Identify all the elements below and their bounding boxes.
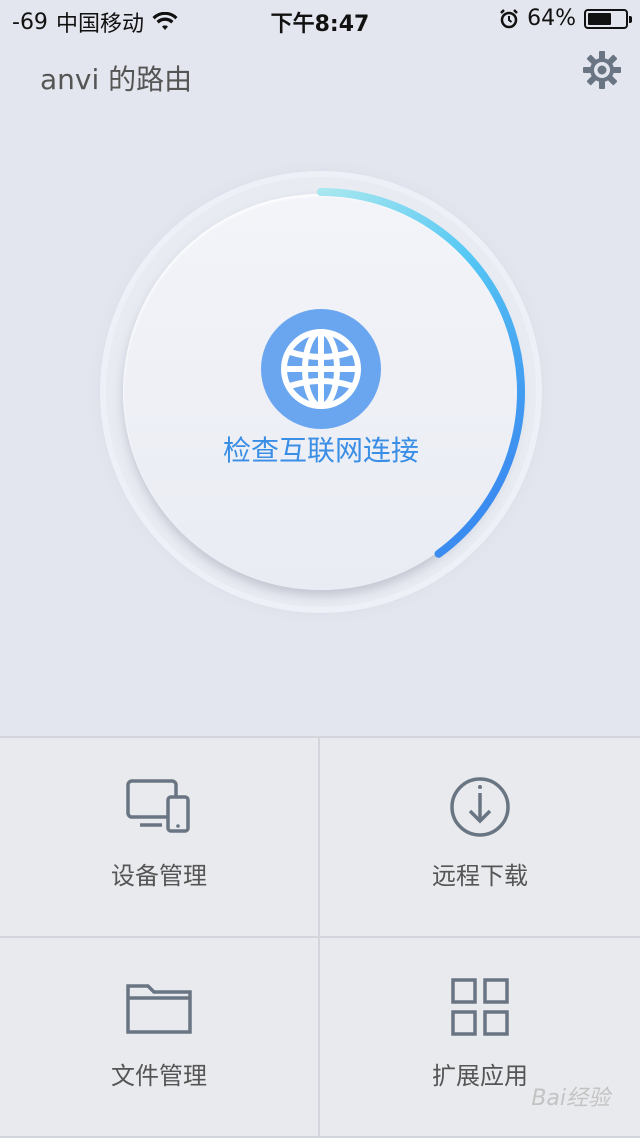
router-title: anvi 的路由 [40,63,193,96]
devices-icon [124,772,194,842]
status-right: 64% [499,6,632,31]
feature-grid: 设备管理 远程下载 文件管理 扩展应用 [0,736,640,1138]
gear-icon [583,51,621,89]
internet-check-button[interactable] [261,309,381,429]
apps-grid-icon [445,972,515,1042]
folder-icon [124,972,194,1042]
battery-icon [584,8,632,29]
status-bar: -69 中国移动 下午8:47 64% [0,0,640,40]
alarm-icon [500,8,518,28]
battery-percent: 64% [527,6,576,31]
globe-icon [281,329,361,409]
tile-label: 文件管理 [111,1062,207,1090]
settings-button[interactable] [582,50,622,90]
connection-dial[interactable]: 检查互联网连接 [106,177,536,607]
device-management-tile[interactable]: 设备管理 [0,738,320,938]
download-icon [445,772,515,842]
watermark-logo: Bai经验 [531,1086,610,1111]
tile-label: 远程下载 [432,862,528,890]
check-connection-label[interactable]: 检查互联网连接 [106,429,536,469]
remote-download-tile[interactable]: 远程下载 [320,738,640,938]
tile-label: 设备管理 [111,862,207,890]
file-management-tile[interactable]: 文件管理 [0,938,320,1138]
